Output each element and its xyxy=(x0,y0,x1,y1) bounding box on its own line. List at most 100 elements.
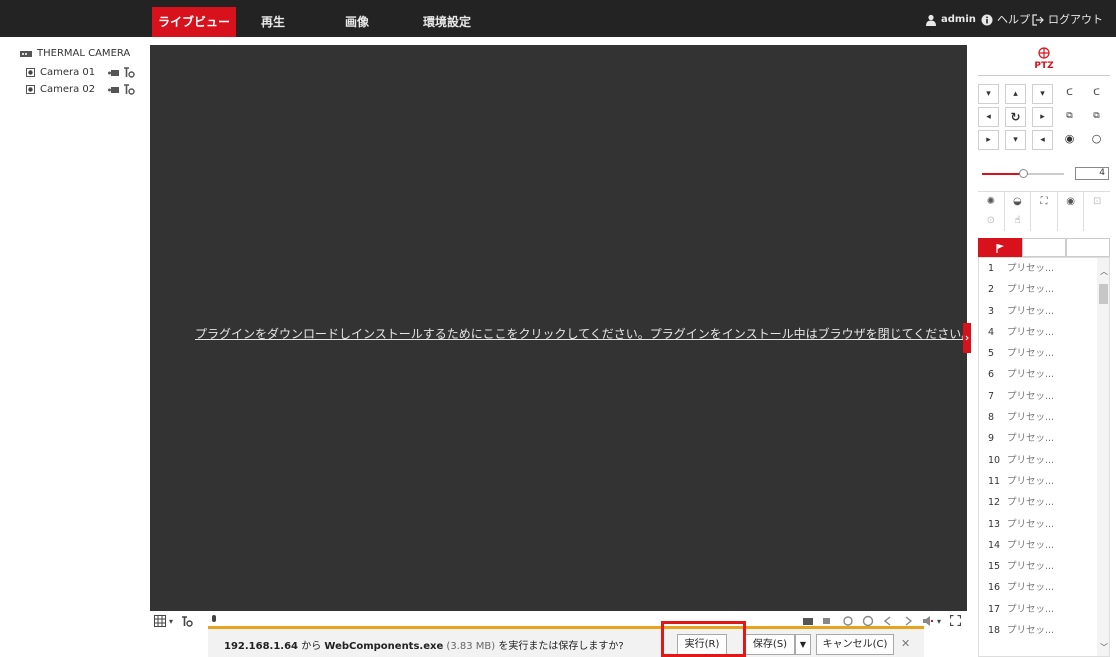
light-button[interactable]: ✺ xyxy=(978,192,1005,211)
caret-down-icon[interactable]: ▾ xyxy=(169,617,173,626)
one-touch-button[interactable]: ☝ xyxy=(1005,211,1032,231)
tree-item-camera-01[interactable]: Camera 01 xyxy=(26,64,150,81)
preset-name: プリセッ... xyxy=(1007,305,1055,317)
zoom-in-button[interactable]: ᑕ xyxy=(1059,84,1080,104)
focus-near-button[interactable]: ⧉ xyxy=(1059,107,1080,127)
preset-item[interactable]: 16 プリセッ... xyxy=(979,577,1109,598)
preset-item[interactable]: 9 プリセッ... xyxy=(979,428,1109,449)
preset-item[interactable]: 6 プリセッ... xyxy=(979,364,1109,385)
preset-scrollbar[interactable]: ︿ ﹀ xyxy=(1097,258,1109,656)
pan-up-right-button[interactable]: ▾ xyxy=(1032,84,1053,104)
scrollbar-thumb[interactable] xyxy=(1099,284,1108,304)
manual-tracking-button[interactable]: ⊡ xyxy=(1084,192,1110,211)
ptz-speed-knob[interactable] xyxy=(1019,169,1028,178)
pan-up-button[interactable]: ▴ xyxy=(1005,84,1026,104)
lens-init-button[interactable]: ◉ xyxy=(1058,192,1085,211)
empty-slot xyxy=(1058,211,1085,231)
chevron-down-icon[interactable]: ﹀ xyxy=(1100,642,1108,653)
download-prompt: 192.168.1.64 から WebComponents.exe (3.83 … xyxy=(224,637,624,652)
stream-type-icon[interactable] xyxy=(180,615,193,628)
chevron-right-icon xyxy=(965,335,969,341)
preset-number: 18 xyxy=(988,625,1001,637)
preset-item[interactable]: 18 プリセッ... xyxy=(979,620,1109,641)
tree-item-camera-02[interactable]: Camera 02 xyxy=(26,81,150,98)
run-button-highlight xyxy=(661,621,746,657)
pan-down-right-button[interactable]: ◂ xyxy=(1032,130,1053,150)
iris-close-button[interactable]: ○ xyxy=(1086,130,1107,150)
save-options-button[interactable]: ▼ xyxy=(795,634,811,655)
iris-open-button[interactable]: ◉ xyxy=(1059,130,1080,150)
record-icon[interactable] xyxy=(108,86,119,94)
preset-number: 17 xyxy=(988,603,1001,615)
preset-number: 8 xyxy=(988,412,995,424)
pan-left-button[interactable]: ◂ xyxy=(978,107,999,127)
arrow-up-icon: ▴ xyxy=(1013,89,1018,99)
preset-item[interactable]: 10 プリセッ... xyxy=(979,450,1109,471)
light-icon: ✺ xyxy=(986,196,995,207)
cancel-button[interactable]: キャンセル(C) xyxy=(816,634,894,655)
tab-picture[interactable]: 画像 xyxy=(332,7,382,37)
tab-preset[interactable] xyxy=(978,238,1022,257)
preset-item[interactable]: 1 プリセッ... xyxy=(979,258,1109,279)
caret-down-icon: ▼ xyxy=(799,640,807,649)
pan-down-button[interactable]: ▾ xyxy=(1005,130,1026,150)
chevron-up-icon[interactable]: ︿ xyxy=(1100,266,1108,277)
preset-item[interactable]: 12 プリセッ... xyxy=(979,492,1109,513)
wiper-icon: ◒ xyxy=(1013,196,1022,207)
ptz-tabs xyxy=(978,238,1110,257)
ptz-channel-icon[interactable] xyxy=(122,83,135,96)
preset-item[interactable]: 8 プリセッ... xyxy=(979,407,1109,428)
tree-root[interactable]: THERMAL CAMERA xyxy=(20,45,150,62)
plugin-download-link[interactable]: プラグインをダウンロードしインストールするためにここをクリックしてください。プラ… xyxy=(195,325,973,342)
tab-configuration[interactable]: 環境設定 xyxy=(412,7,482,37)
ptz-header: PTZ xyxy=(978,40,1110,76)
wiper-button[interactable]: ◒ xyxy=(1005,192,1032,211)
preset-item[interactable]: 11 プリセッ... xyxy=(979,471,1109,492)
preset-number: 14 xyxy=(988,539,1001,551)
record-icon[interactable] xyxy=(108,69,119,77)
preset-item[interactable]: 17 プリセッ... xyxy=(979,599,1109,620)
username-label: admin xyxy=(941,14,976,25)
user-menu[interactable]: admin xyxy=(925,10,976,30)
auxiliary-focus-button[interactable]: ⛶ xyxy=(1031,192,1058,211)
top-nav-bar: ライブビュー 再生 画像 環境設定 admin ヘルプ ログアウト xyxy=(0,0,1116,37)
live-view-area[interactable]: プラグインをダウンロードしインストールするためにここをクリックしてください。プラ… xyxy=(150,45,973,611)
preset-item[interactable]: 14 プリセッ... xyxy=(979,535,1109,556)
logout-link[interactable]: ログアウト xyxy=(1032,10,1103,30)
save-button[interactable]: 保存(S) xyxy=(745,634,795,655)
auto-pan-button[interactable]: ↻ xyxy=(1005,107,1026,127)
pan-right-button[interactable]: ▸ xyxy=(1032,107,1053,127)
tab-patrol[interactable] xyxy=(1022,238,1066,257)
close-icon[interactable]: ✕ xyxy=(901,637,910,650)
flag-icon xyxy=(996,244,1004,253)
tab-live-view[interactable]: ライブビュー xyxy=(152,7,236,37)
preset-item[interactable]: 5 プリセッ... xyxy=(979,343,1109,364)
device-tree: THERMAL CAMERA Camera 01 Camera 02 xyxy=(20,45,150,98)
tab-pattern[interactable] xyxy=(1066,238,1110,257)
pan-up-left-button[interactable]: ▾ xyxy=(978,84,999,104)
ptz-speed-slider[interactable] xyxy=(982,169,1064,178)
preset-number: 12 xyxy=(988,497,1001,509)
focus-far-button[interactable]: ⧉ xyxy=(1086,107,1107,127)
zoom-out-button[interactable]: ᑕ xyxy=(1086,84,1107,104)
device-icon xyxy=(20,50,32,57)
3d-zoom-button[interactable]: ⊙ xyxy=(978,211,1005,231)
preset-item[interactable]: 3 プリセッ... xyxy=(979,301,1109,322)
caret-down-icon[interactable]: ▾ xyxy=(937,617,941,626)
camera-channel-icon xyxy=(26,85,35,94)
ptz-channel-icon[interactable] xyxy=(122,66,135,79)
preset-item[interactable]: 2 プリセッ... xyxy=(979,279,1109,300)
fullscreen-icon[interactable] xyxy=(950,615,961,626)
tab-playback[interactable]: 再生 xyxy=(248,7,298,37)
pan-down-left-button[interactable]: ▸ xyxy=(978,130,999,150)
preset-item[interactable]: 7 プリセッ... xyxy=(979,386,1109,407)
help-link[interactable]: ヘルプ xyxy=(981,10,1030,30)
window-layout-icon[interactable] xyxy=(154,615,166,627)
preset-item[interactable]: 15 プリセッ... xyxy=(979,556,1109,577)
preset-number: 1 xyxy=(988,263,995,274)
preset-item[interactable]: 4 プリセッ... xyxy=(979,322,1109,343)
preset-item[interactable]: 13 プリセッ... xyxy=(979,514,1109,535)
preset-number: 16 xyxy=(988,582,1001,594)
preset-name: プリセッ... xyxy=(1007,497,1055,509)
panel-collapse-toggle[interactable] xyxy=(963,323,971,353)
